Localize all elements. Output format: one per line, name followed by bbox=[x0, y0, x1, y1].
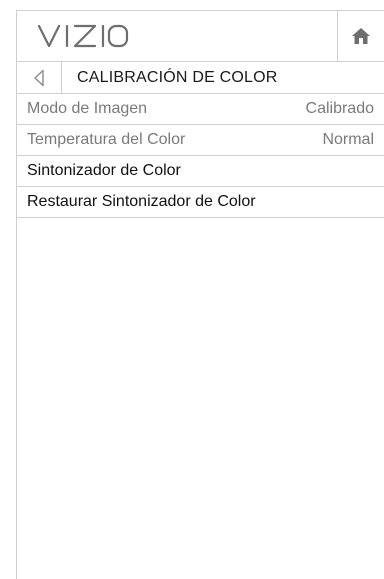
vizio-logo bbox=[17, 11, 337, 61]
menu-item-reset-color-tuner[interactable]: Restaurar Sintonizador de Color bbox=[17, 187, 384, 218]
menu-item-label: Restaurar Sintonizador de Color bbox=[27, 193, 256, 210]
menu-item-color-tuner[interactable]: Sintonizador de Color bbox=[17, 156, 384, 187]
back-button[interactable] bbox=[17, 62, 62, 93]
menu-item-label: Sintonizador de Color bbox=[27, 162, 181, 179]
menu-item-label: Temperatura del Color bbox=[27, 131, 186, 148]
settings-panel: CALIBRACIÓN DE COLOR Modo de Imagen Cali… bbox=[16, 10, 384, 579]
breadcrumb-bar: CALIBRACIÓN DE COLOR bbox=[17, 62, 384, 94]
menu-item-color-temperature[interactable]: Temperatura del Color Normal bbox=[17, 125, 384, 156]
home-button[interactable] bbox=[337, 11, 384, 61]
home-icon bbox=[352, 28, 370, 44]
menu-item-picture-mode[interactable]: Modo de Imagen Calibrado bbox=[17, 94, 384, 125]
menu-item-value: Calibrado bbox=[305, 100, 374, 117]
page-title: CALIBRACIÓN DE COLOR bbox=[77, 68, 278, 86]
back-triangle-icon bbox=[34, 69, 44, 86]
menu-item-label: Modo de Imagen bbox=[27, 100, 148, 117]
menu-item-value: Normal bbox=[322, 131, 374, 148]
header-bar bbox=[17, 11, 384, 62]
vizio-logo-icon bbox=[37, 24, 129, 48]
